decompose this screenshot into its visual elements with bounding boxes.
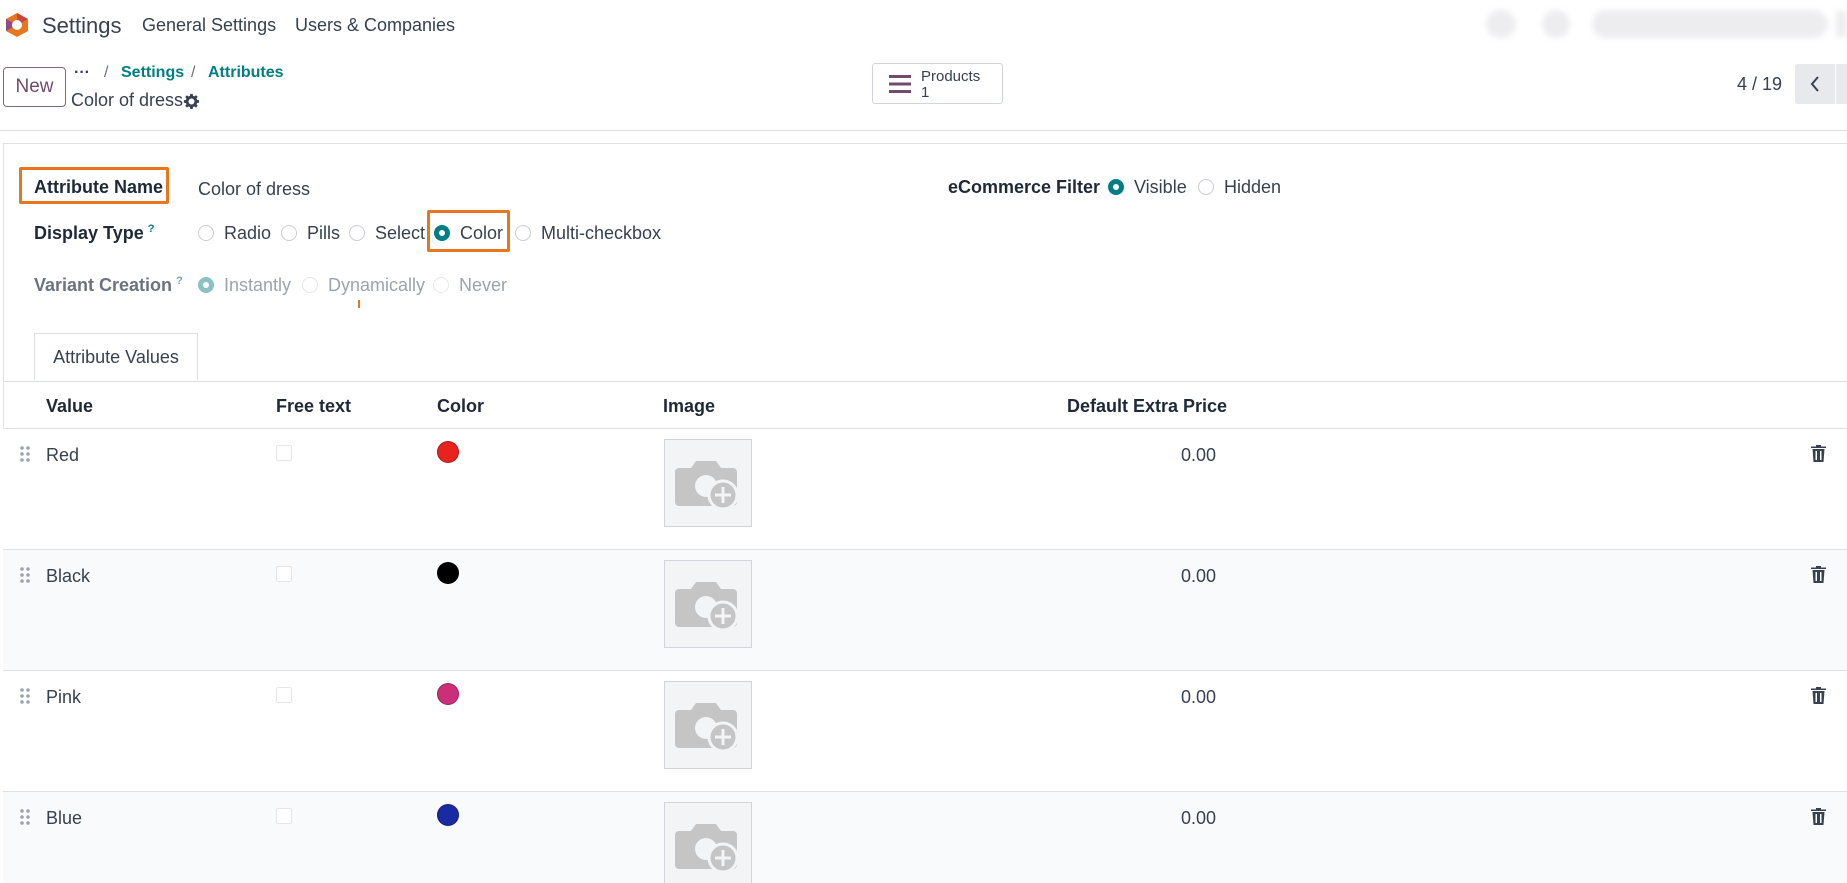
smart-button-count: 1 bbox=[921, 84, 930, 101]
breadcrumb-settings[interactable]: Settings bbox=[121, 64, 184, 82]
color-swatch[interactable] bbox=[437, 683, 459, 705]
help-icon[interactable]: ? bbox=[176, 275, 183, 287]
radio-display-radio[interactable] bbox=[198, 225, 214, 241]
camera-add-icon bbox=[675, 824, 739, 874]
chevron-left-icon bbox=[1810, 76, 1819, 92]
app-name[interactable]: Settings bbox=[42, 13, 122, 39]
free-text-checkbox[interactable] bbox=[276, 445, 292, 461]
radio-display-color-label[interactable]: Color bbox=[460, 223, 503, 244]
smart-button-label: Products bbox=[921, 68, 981, 85]
display-type-label-text: Display Type bbox=[34, 223, 144, 243]
column-header-color[interactable]: Color bbox=[437, 396, 484, 417]
table-row[interactable]: Red 0.00 bbox=[3, 429, 1847, 550]
table-row[interactable]: Black 0.00 bbox=[3, 550, 1847, 671]
cell-value[interactable]: Blue bbox=[46, 808, 82, 829]
drag-handle-icon[interactable] bbox=[19, 808, 31, 826]
image-placeholder[interactable] bbox=[664, 802, 752, 883]
image-placeholder[interactable] bbox=[664, 560, 752, 648]
table-row[interactable]: Blue 0.00 bbox=[3, 792, 1847, 883]
trash-icon[interactable] bbox=[1811, 687, 1826, 704]
radio-display-select-label[interactable]: Select bbox=[375, 223, 425, 244]
tab-divider bbox=[3, 381, 1847, 382]
divider bbox=[0, 130, 1847, 131]
record-title: Color of dress bbox=[71, 90, 184, 110]
color-swatch[interactable] bbox=[437, 441, 459, 463]
radio-visible[interactable] bbox=[1108, 179, 1124, 195]
tab-attribute-values[interactable]: Attribute Values bbox=[34, 333, 198, 381]
image-placeholder[interactable] bbox=[664, 439, 752, 527]
radio-variant-never-label: Never bbox=[459, 275, 508, 295]
menu-general-settings[interactable]: General Settings bbox=[142, 15, 276, 36]
cell-price[interactable]: 0.00 bbox=[1083, 445, 1216, 466]
cell-value[interactable]: Black bbox=[46, 566, 90, 587]
ecommerce-filter-label: eCommerce Filter bbox=[948, 177, 1101, 197]
attribute-name-label: Attribute Name bbox=[34, 177, 164, 197]
pager-next-button[interactable] bbox=[1836, 64, 1847, 104]
table-row[interactable]: Pink 0.00 bbox=[3, 671, 1847, 792]
radio-variant-never bbox=[433, 277, 449, 293]
column-header-image[interactable]: Image bbox=[663, 396, 715, 417]
radio-display-multi-checkbox[interactable] bbox=[515, 225, 531, 241]
odoo-logo-icon[interactable] bbox=[4, 12, 30, 38]
company-user-menu[interactable] bbox=[1592, 10, 1828, 38]
radio-variant-dynamically-label: Dynamically bbox=[328, 275, 426, 295]
drag-handle-icon[interactable] bbox=[19, 445, 31, 463]
avatar[interactable] bbox=[1836, 10, 1847, 38]
radio-variant-instantly-label: Instantly bbox=[224, 275, 292, 295]
new-button[interactable]: New bbox=[3, 67, 66, 107]
camera-add-icon bbox=[675, 461, 739, 511]
drag-handle-icon[interactable] bbox=[19, 687, 31, 705]
radio-display-select[interactable] bbox=[349, 225, 365, 241]
cell-price[interactable]: 0.00 bbox=[1083, 687, 1216, 708]
pager-value[interactable]: 4 / 19 bbox=[1737, 74, 1782, 95]
breadcrumb-more[interactable]: ··· bbox=[74, 64, 90, 82]
radio-display-multi-checkbox-label[interactable]: Multi-checkbox bbox=[541, 223, 661, 244]
radio-visible-label[interactable]: Visible bbox=[1134, 177, 1187, 198]
column-header-free-text[interactable]: Free text bbox=[276, 396, 351, 417]
display-type-label: Display Type? bbox=[34, 223, 154, 244]
activity-icon[interactable] bbox=[1486, 10, 1516, 38]
column-header-value[interactable]: Value bbox=[46, 396, 93, 417]
top-navbar: Settings General Settings Users & Compan… bbox=[0, 0, 1847, 50]
camera-add-icon bbox=[675, 582, 739, 632]
drag-handle-icon[interactable] bbox=[19, 566, 31, 584]
trash-icon[interactable] bbox=[1811, 808, 1826, 825]
pager-previous-button[interactable] bbox=[1795, 64, 1835, 104]
variant-creation-label-text: Variant Creation bbox=[34, 275, 173, 295]
cell-price[interactable]: 0.00 bbox=[1083, 566, 1216, 587]
help-icon[interactable]: ? bbox=[148, 223, 155, 235]
radio-display-radio-label[interactable]: Radio bbox=[224, 223, 271, 244]
cursor-mark bbox=[358, 300, 360, 308]
radio-variant-instantly bbox=[198, 277, 214, 293]
attribute-name-field[interactable]: Color of dress bbox=[198, 179, 310, 200]
breadcrumb-attributes[interactable]: Attributes bbox=[208, 64, 284, 82]
radio-hidden[interactable] bbox=[1198, 179, 1214, 195]
radio-display-pills-label[interactable]: Pills bbox=[307, 223, 340, 244]
radio-display-color[interactable] bbox=[434, 225, 450, 241]
free-text-checkbox[interactable] bbox=[276, 808, 292, 824]
radio-display-pills[interactable] bbox=[281, 225, 297, 241]
radio-hidden-label[interactable]: Hidden bbox=[1224, 177, 1281, 198]
cell-price[interactable]: 0.00 bbox=[1083, 808, 1216, 829]
color-swatch[interactable] bbox=[437, 804, 459, 826]
variant-creation-label: Variant Creation? bbox=[34, 275, 183, 296]
image-placeholder[interactable] bbox=[664, 681, 752, 769]
camera-add-icon bbox=[675, 703, 739, 753]
gear-icon[interactable] bbox=[183, 93, 200, 110]
products-smart-button[interactable]: Products 1 bbox=[872, 63, 1003, 104]
list-icon bbox=[889, 75, 911, 93]
messages-icon[interactable] bbox=[1542, 10, 1570, 38]
trash-icon[interactable] bbox=[1811, 445, 1826, 462]
free-text-checkbox[interactable] bbox=[276, 566, 292, 582]
radio-variant-dynamically bbox=[302, 277, 318, 293]
column-header-default-extra-price[interactable]: Default Extra Price bbox=[1067, 396, 1227, 417]
trash-icon[interactable] bbox=[1811, 566, 1826, 583]
cell-value[interactable]: Red bbox=[46, 445, 79, 466]
breadcrumb-separator: / bbox=[104, 64, 109, 81]
free-text-checkbox[interactable] bbox=[276, 687, 292, 703]
color-swatch[interactable] bbox=[437, 562, 459, 584]
breadcrumb-separator: / bbox=[191, 64, 196, 81]
menu-users-companies[interactable]: Users & Companies bbox=[295, 15, 455, 36]
cell-value[interactable]: Pink bbox=[46, 687, 81, 708]
